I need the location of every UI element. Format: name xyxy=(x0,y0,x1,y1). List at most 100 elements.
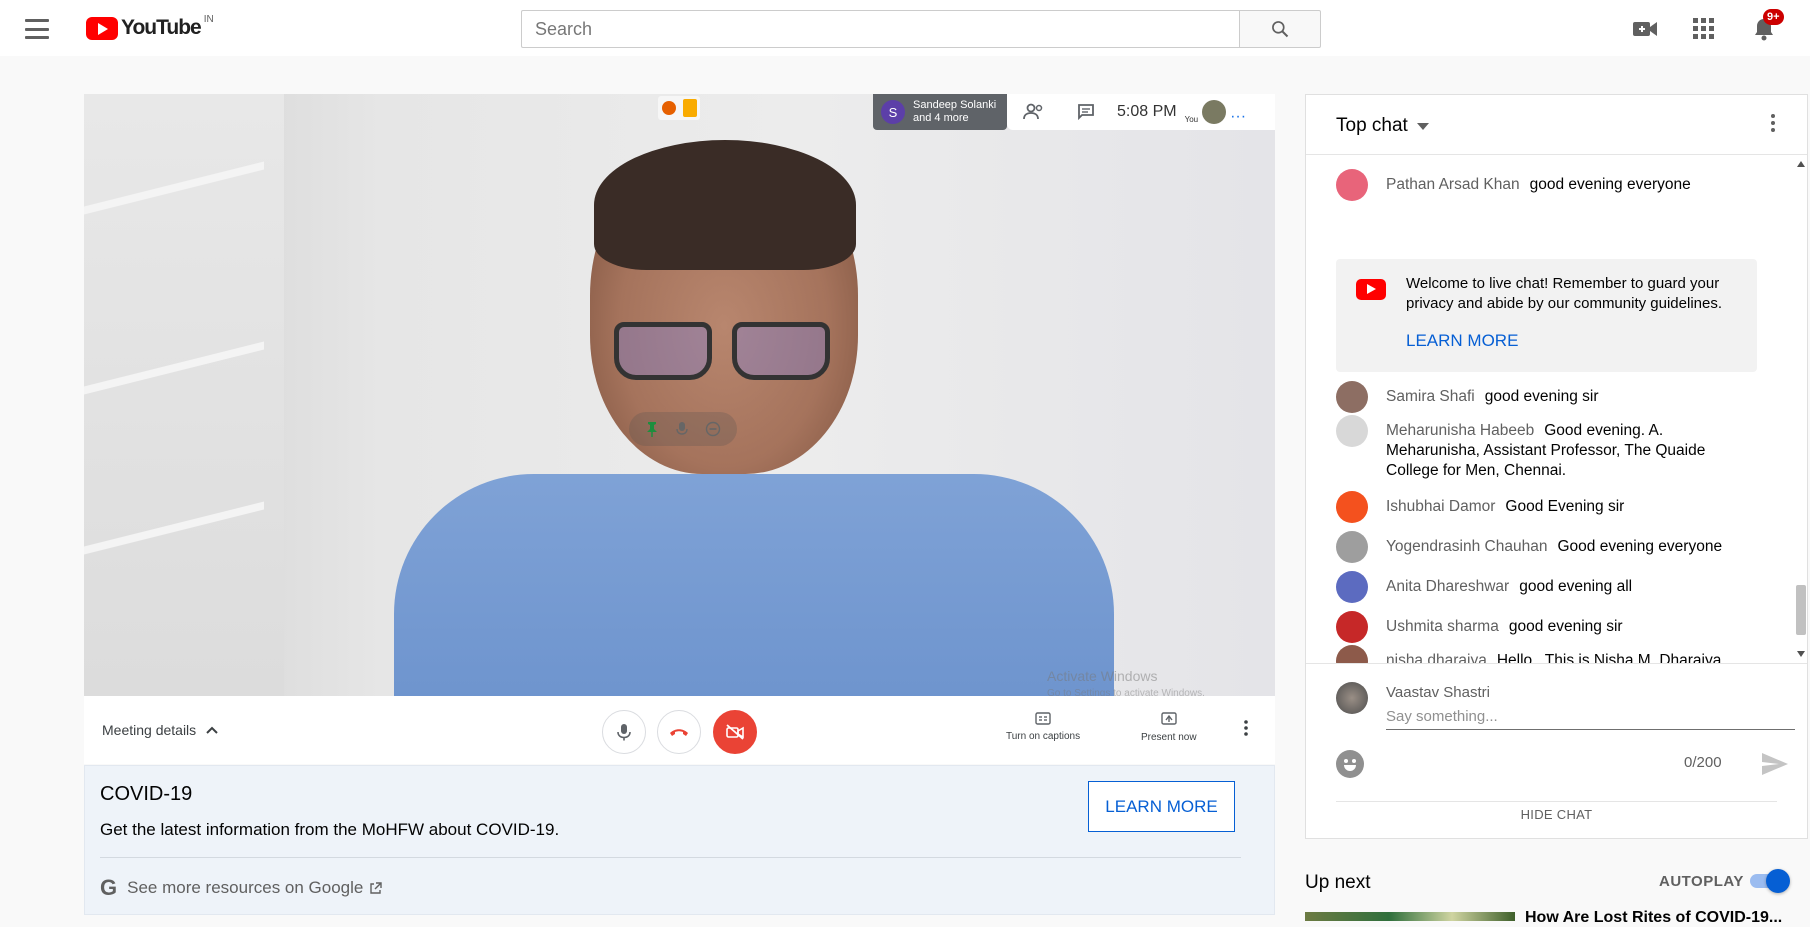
microphone-button[interactable] xyxy=(602,710,646,754)
chat-header: Top chat xyxy=(1306,95,1807,155)
user-avatar xyxy=(1336,169,1368,201)
apps-grid-icon[interactable] xyxy=(1690,15,1718,43)
user-avatar xyxy=(1336,645,1368,663)
search-button[interactable] xyxy=(1239,10,1321,48)
autoplay-label: AUTOPLAY xyxy=(1659,873,1744,890)
vertical-more-icon[interactable] xyxy=(1244,720,1248,736)
next-video-title[interactable]: How Are Lost Rites of COVID-19... xyxy=(1525,909,1782,927)
create-video-icon[interactable] xyxy=(1631,15,1659,43)
speaker-body xyxy=(394,474,1114,696)
notification-badge: 9+ xyxy=(1763,9,1784,25)
emoji-icon[interactable] xyxy=(1336,750,1364,778)
meeting-details-button[interactable]: Meeting details xyxy=(102,722,218,738)
meet-top-badge xyxy=(658,96,700,120)
chat-bubble-icon[interactable] xyxy=(1077,103,1095,121)
chat-message: Ishubhai Damor Good Evening sir xyxy=(1336,491,1756,523)
message-text: good evening everyone xyxy=(1529,176,1691,193)
user-avatar xyxy=(1336,531,1368,563)
participants-chip[interactable]: S Sandeep Solanki and 4 more xyxy=(873,94,1007,130)
captions-icon xyxy=(1035,712,1051,725)
message-author: Ushmita sharma xyxy=(1386,618,1499,635)
toggle-knob xyxy=(1766,869,1790,893)
chat-message: Ushmita sharma good evening sir xyxy=(1336,611,1756,643)
chat-message-input[interactable] xyxy=(1386,704,1795,730)
top-chat-dropdown[interactable]: Top chat xyxy=(1336,115,1429,137)
meet-clock: 5:08 PM xyxy=(1117,103,1177,120)
video-player[interactable]: S Sandeep Solanki and 4 more 5:08 PM You… xyxy=(84,94,1275,696)
logo-text: YouTube xyxy=(121,16,202,39)
chat-scrollbar[interactable] xyxy=(1794,155,1808,663)
people-icon[interactable] xyxy=(1023,103,1045,121)
send-icon[interactable] xyxy=(1761,752,1789,776)
welcome-text: Welcome to live chat! Remember to guard … xyxy=(1406,275,1723,312)
masthead: YouTube IN 9+ xyxy=(0,0,1810,56)
search-input[interactable] xyxy=(521,10,1239,48)
chat-message: nisha dharaiya Hello , This is Nisha M. D… xyxy=(1336,645,1756,663)
chat-more-icon[interactable] xyxy=(1771,113,1775,133)
message-text: Good evening everyone xyxy=(1557,538,1723,555)
activate-windows-title: Activate Windows xyxy=(1047,668,1158,684)
camera-off-button[interactable] xyxy=(713,710,757,754)
message-author: Yogendrasinh Chauhan xyxy=(1386,538,1548,555)
present-label: Present now xyxy=(1141,732,1197,743)
hamburger-menu-icon[interactable] xyxy=(24,16,50,42)
self-avatar xyxy=(1202,100,1227,124)
chat-input-area: Vaastav Shastri 0/200 xyxy=(1306,663,1807,809)
scroll-up-arrow-icon[interactable] xyxy=(1797,161,1805,167)
more-dots-icon[interactable]: ··· xyxy=(1230,108,1246,126)
external-link-icon xyxy=(370,881,383,894)
covid-title: COVID-19 xyxy=(100,783,193,805)
next-video-thumbnail[interactable] xyxy=(1305,912,1515,921)
scrollbar-thumb[interactable] xyxy=(1796,585,1806,635)
google-g-icon: G xyxy=(100,875,118,900)
search-icon xyxy=(1272,21,1289,38)
more-resources-link[interactable]: G See more resources on Google xyxy=(100,875,383,901)
welcome-learn-more-link[interactable]: LEARN MORE xyxy=(1406,331,1518,351)
covid-learn-more-button[interactable]: LEARN MORE xyxy=(1088,781,1235,832)
message-author: Anita Dhareshwar xyxy=(1386,578,1510,595)
hang-up-button[interactable] xyxy=(657,710,701,754)
youtube-logo[interactable]: YouTube IN xyxy=(86,13,214,40)
hide-chat-button[interactable]: HIDE CHAT xyxy=(1306,807,1807,822)
captions-button[interactable]: Turn on captions xyxy=(1006,712,1080,742)
chat-message: Anita Dhareshwar good evening all xyxy=(1336,571,1756,603)
mic-active-icon xyxy=(682,99,697,117)
glasses-right xyxy=(732,322,830,380)
scroll-down-arrow-icon[interactable] xyxy=(1797,651,1805,657)
participant-name: Sandeep Solanki xyxy=(913,99,997,111)
captions-label: Turn on captions xyxy=(1006,731,1081,742)
message-text: Good Evening sir xyxy=(1505,498,1625,515)
user-avatar xyxy=(1336,415,1368,447)
self-name: Vaastav Shastri xyxy=(1386,684,1490,701)
tile-controls xyxy=(629,412,737,446)
chat-message: Pathan Arsad Khan good evening everyone xyxy=(1336,169,1756,201)
chat-message-list[interactable]: Pathan Arsad Khan good evening everyone W… xyxy=(1306,155,1794,663)
message-text: good evening all xyxy=(1519,578,1633,595)
glasses-left xyxy=(614,322,712,380)
autoplay-toggle[interactable] xyxy=(1750,869,1790,893)
meet-control-bar: Meeting details Turn on captions Present… xyxy=(84,696,1275,764)
message-author: Samira Shafi xyxy=(1386,388,1475,405)
user-avatar xyxy=(1336,381,1368,413)
present-now-button[interactable]: Present now xyxy=(1141,712,1197,743)
message-author: Meharunisha Habeeb xyxy=(1386,422,1535,439)
microphone-icon xyxy=(617,724,631,741)
covid-description: Get the latest information from the MoHF… xyxy=(100,820,560,839)
more-resources-label: See more resources on Google xyxy=(127,878,364,897)
message-author: nisha dharaiya xyxy=(1386,652,1487,663)
camera-off-icon xyxy=(726,724,744,740)
covid-info-panel: COVID-19 Get the latest information from… xyxy=(84,765,1275,915)
tile-mic-icon[interactable] xyxy=(676,421,688,437)
pin-icon[interactable] xyxy=(645,421,659,437)
participant-avatar: S xyxy=(881,100,905,124)
country-code: IN xyxy=(203,13,214,25)
you-label: You xyxy=(1184,114,1199,124)
message-text: good evening sir xyxy=(1484,388,1599,405)
self-avatar xyxy=(1336,682,1368,714)
meeting-details-label: Meeting details xyxy=(102,722,197,738)
remove-icon[interactable] xyxy=(705,421,721,437)
caret-down-icon xyxy=(1416,122,1429,130)
user-avatar xyxy=(1336,491,1368,523)
participant-more: and 4 more xyxy=(913,112,969,124)
speaker-hair xyxy=(594,140,856,270)
